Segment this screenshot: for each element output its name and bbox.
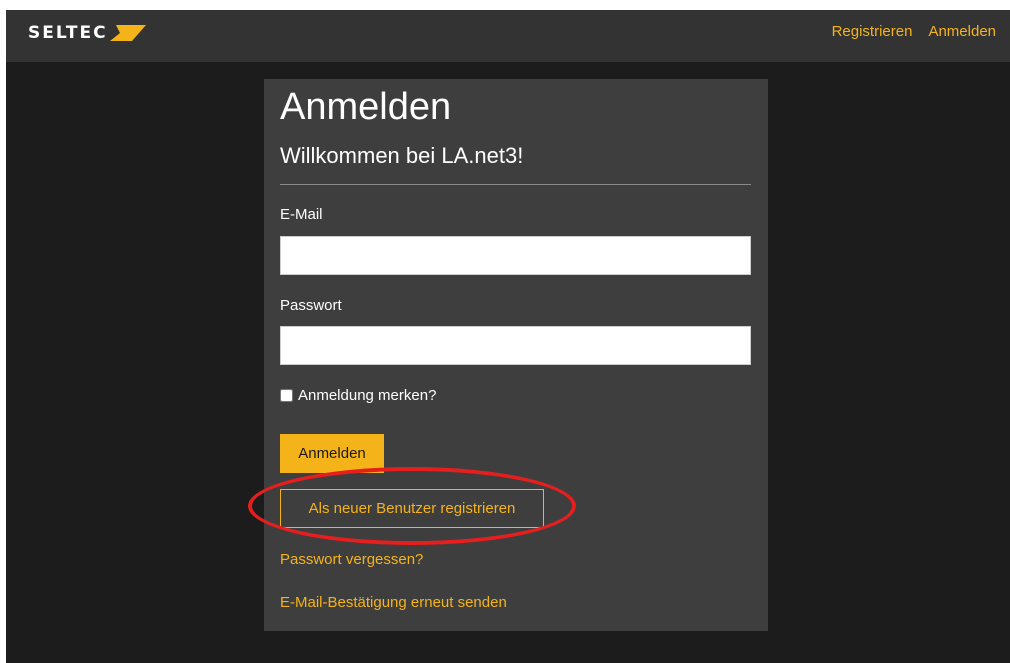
divider bbox=[280, 184, 751, 185]
nav-login-link[interactable]: Anmelden bbox=[928, 23, 996, 40]
page-title: Anmelden bbox=[280, 86, 452, 128]
resend-confirmation-link[interactable]: E-Mail-Bestätigung erneut senden bbox=[280, 594, 507, 611]
welcome-subtitle: Willkommen bei LA.net3! bbox=[280, 143, 524, 168]
login-button[interactable]: Anmelden bbox=[280, 434, 384, 473]
forgot-password-link[interactable]: Passwort vergessen? bbox=[280, 551, 423, 568]
password-label: Passwort bbox=[280, 297, 342, 314]
nav-register-link[interactable]: Registrieren bbox=[832, 23, 913, 40]
brand-logo[interactable]: SELTEC bbox=[28, 22, 146, 44]
register-new-user-button[interactable]: Als neuer Benutzer registrieren bbox=[280, 489, 544, 528]
email-label: E-Mail bbox=[280, 206, 323, 223]
nav-links: Registrieren Anmelden bbox=[816, 10, 996, 53]
remember-me-row: Anmeldung merken? bbox=[280, 387, 436, 404]
brand-name: SELTEC bbox=[28, 23, 108, 43]
password-field[interactable] bbox=[280, 326, 751, 365]
login-panel: Anmelden Willkommen bei LA.net3! E-Mail … bbox=[264, 79, 768, 631]
email-field[interactable] bbox=[280, 236, 751, 275]
remember-me-checkbox[interactable] bbox=[280, 389, 293, 402]
navbar: SELTEC Registrieren Anmelden bbox=[6, 10, 1010, 62]
logo-mark-icon bbox=[109, 25, 146, 41]
remember-me-label[interactable]: Anmeldung merken? bbox=[298, 387, 436, 404]
app-window: SELTEC Registrieren Anmelden Anmelden Wi… bbox=[6, 10, 1010, 663]
